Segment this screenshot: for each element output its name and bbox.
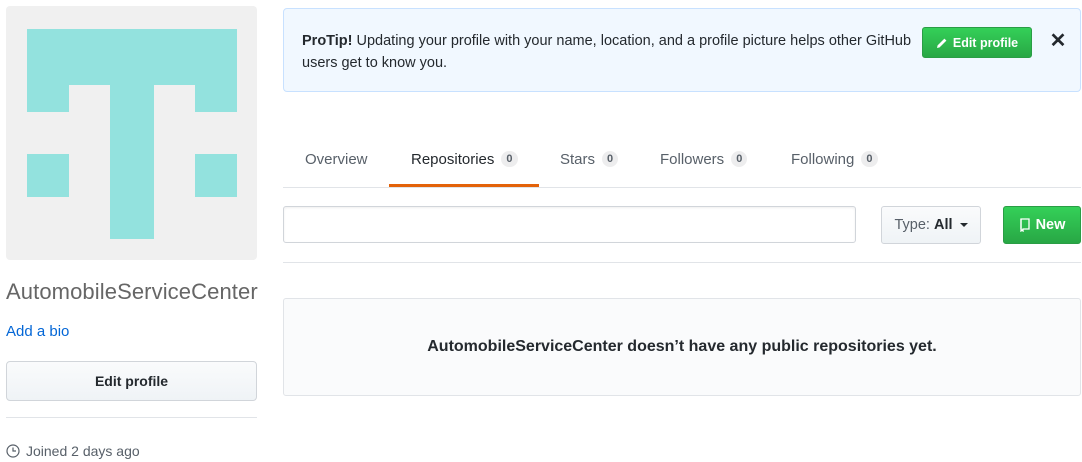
- add-bio-link[interactable]: Add a bio: [6, 323, 69, 340]
- empty-repositories-blankslate: AutomobileServiceCenter doesn’t have any…: [283, 298, 1081, 396]
- tab-label: Overview: [305, 150, 368, 168]
- tab-label: Stars: [560, 150, 596, 168]
- new-button-label: New: [1035, 217, 1066, 233]
- joined-text: Joined 2 days ago: [26, 443, 140, 459]
- tab-stars[interactable]: Stars 0: [560, 130, 619, 188]
- protip-prefix: ProTip!: [302, 33, 353, 49]
- identicon: [27, 29, 237, 239]
- tab-counter: 0: [602, 151, 619, 167]
- blankslate-message: AutomobileServiceCenter doesn’t have any…: [427, 338, 937, 355]
- tab-counter: 0: [501, 151, 518, 167]
- tab-label: Following: [791, 150, 855, 168]
- profile-tabs: Overview Repositories 0 Stars 0 Follower…: [283, 130, 1081, 188]
- protip-edit-profile-button[interactable]: Edit profile: [922, 27, 1032, 58]
- protip-text: ProTip! Updating your profile with your …: [302, 30, 912, 74]
- tab-counter: 0: [861, 151, 878, 167]
- joined-info: Joined 2 days ago: [6, 443, 140, 459]
- repository-search-input[interactable]: [283, 206, 856, 243]
- type-filter-value: All: [933, 217, 953, 233]
- tab-label: Followers: [660, 150, 725, 168]
- divider: [6, 417, 257, 418]
- pencil-icon: [936, 38, 947, 48]
- clock-icon: [6, 444, 20, 458]
- tab-following[interactable]: Following 0: [791, 130, 878, 188]
- new-repository-button[interactable]: New: [1003, 206, 1081, 244]
- tab-repositories[interactable]: Repositories 0: [411, 130, 518, 188]
- tab-label: Repositories: [411, 150, 495, 168]
- close-icon[interactable]: ✕: [1046, 27, 1070, 55]
- avatar[interactable]: [6, 6, 257, 260]
- selected-tab-underline: [389, 184, 539, 187]
- divider: [283, 262, 1081, 263]
- protip-message: Updating your profile with your name, lo…: [302, 33, 912, 71]
- type-filter-label: Type:: [894, 217, 930, 233]
- protip-banner: ProTip! Updating your profile with your …: [283, 8, 1081, 92]
- tab-followers[interactable]: Followers 0: [660, 130, 748, 188]
- profile-username: AutomobileServiceCenter: [6, 279, 258, 304]
- repo-icon: [1019, 218, 1030, 232]
- type-filter-dropdown[interactable]: Type: All: [881, 206, 981, 244]
- protip-edit-profile-label: Edit profile: [952, 35, 1019, 50]
- tab-overview[interactable]: Overview: [305, 130, 368, 188]
- caret-down-icon: [959, 223, 968, 227]
- tab-counter: 0: [731, 151, 748, 167]
- edit-profile-button[interactable]: Edit profile: [6, 361, 257, 401]
